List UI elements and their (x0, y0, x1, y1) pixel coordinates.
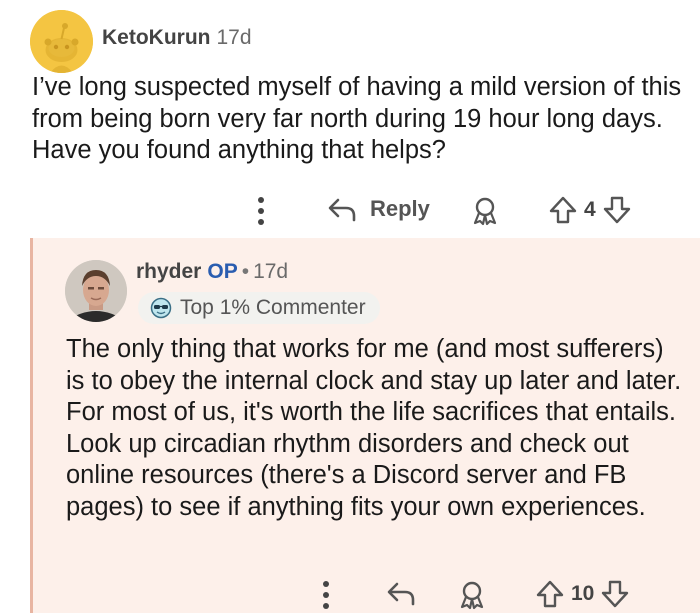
more-vertical-icon (258, 197, 264, 225)
reply-arrow-icon (328, 198, 356, 222)
reply-label: Reply (370, 196, 430, 221)
vote-group: 4 (548, 195, 632, 225)
reply-arrow-icon (387, 582, 415, 606)
comment-actions: 10 (33, 576, 700, 616)
award-button[interactable] (457, 580, 487, 610)
downvote-icon[interactable] (600, 579, 630, 609)
vote-count: 4 (584, 198, 596, 221)
award-icon (460, 581, 484, 610)
reply-button[interactable]: Reply (326, 195, 430, 223)
snoo-avatar-icon (30, 10, 93, 73)
upvote-icon[interactable] (548, 195, 578, 225)
more-vertical-icon (323, 581, 329, 609)
comment-author-line: KetoKurun 17d (102, 26, 252, 50)
reply-comment-rhyder: rhyder OP • 17d Top 1% Commenter The only t… (30, 238, 700, 613)
separator-dot: • (241, 260, 250, 283)
avatar[interactable] (65, 260, 127, 322)
vote-group: 10 (535, 579, 630, 609)
comment-age: 17d (253, 260, 289, 283)
comment-body: The only thing that works for me (and mo… (66, 335, 682, 521)
award-icon (473, 197, 497, 226)
author-name[interactable]: KetoKurun (102, 26, 211, 49)
comment-body: I’ve long suspected myself of having a m… (32, 73, 682, 164)
upvote-icon[interactable] (535, 579, 565, 609)
downvote-icon[interactable] (602, 195, 632, 225)
award-button[interactable] (470, 196, 500, 226)
more-options-button[interactable] (253, 194, 269, 228)
comment-actions: Reply 4 (0, 192, 700, 232)
op-tag: OP (207, 260, 238, 283)
comment-age: 17d (216, 26, 252, 49)
badge-label: Top 1% Commenter (180, 296, 366, 319)
comment-ketokurun: KetoKurun 17d I’ve long suspected myself … (0, 0, 700, 236)
vote-count: 10 (571, 582, 595, 605)
user-photo-icon (65, 260, 127, 322)
top-commenter-badge: Top 1% Commenter (138, 292, 380, 324)
reply-button[interactable] (385, 579, 417, 607)
author-name[interactable]: rhyder (136, 260, 201, 283)
sunglasses-icon (150, 297, 172, 319)
comment-author-line: rhyder OP • 17d (136, 260, 288, 284)
avatar[interactable] (30, 10, 93, 73)
more-options-button[interactable] (318, 578, 334, 612)
